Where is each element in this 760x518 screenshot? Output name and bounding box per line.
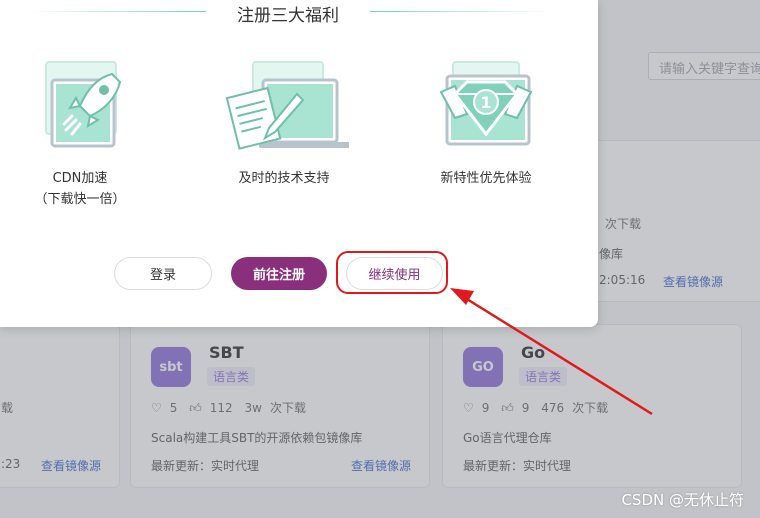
watermark: CSDN @无休止符 [621, 491, 744, 509]
annotation-arrow [450, 288, 653, 416]
